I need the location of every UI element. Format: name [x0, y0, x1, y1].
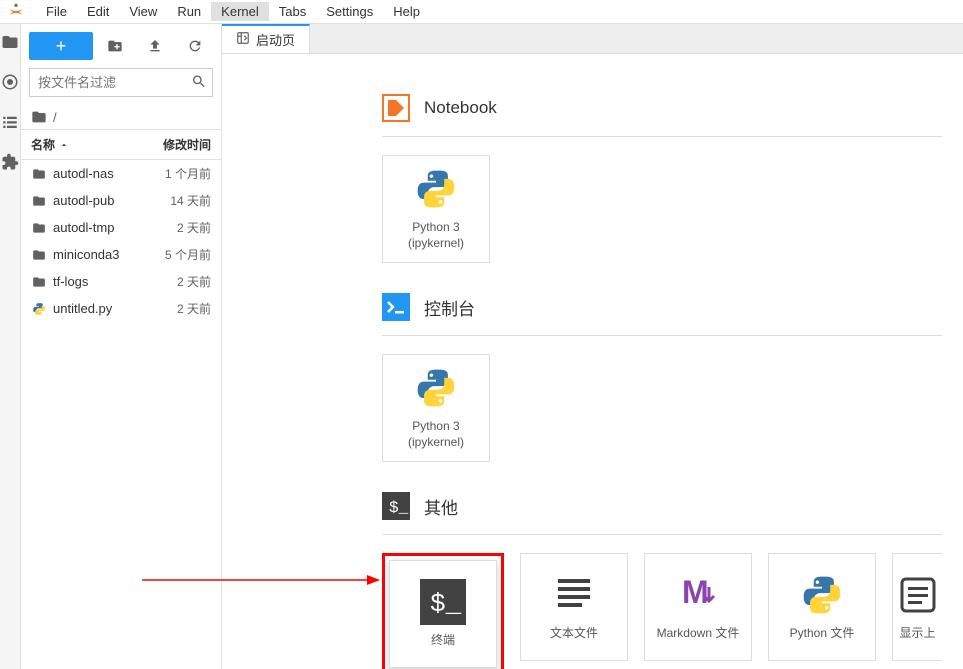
- menu-kernel[interactable]: Kernel: [211, 2, 269, 21]
- content-area: 启动页 Notebook Python 3 (ipykernel: [222, 24, 963, 669]
- refresh-icon[interactable]: [177, 32, 213, 60]
- card-label: Python 文件: [790, 626, 855, 642]
- file-name: autodl-tmp: [53, 220, 131, 235]
- other-section-icon: $_: [382, 492, 410, 520]
- card-markdown-file[interactable]: M Markdown 文件: [644, 553, 752, 661]
- section-title: Notebook: [424, 98, 497, 118]
- file-row[interactable]: autodl-pub14 天前: [21, 187, 221, 214]
- file-browser: + / 名称 修改时间: [21, 24, 222, 669]
- filter-input[interactable]: [29, 68, 213, 97]
- menu-file[interactable]: File: [36, 2, 77, 21]
- folder-icon: [31, 193, 47, 209]
- tab-launcher[interactable]: 启动页: [222, 24, 310, 53]
- launcher: Notebook Python 3 (ipykernel): [222, 54, 963, 669]
- toc-tab-icon[interactable]: [0, 112, 20, 132]
- breadcrumb[interactable]: /: [21, 105, 221, 129]
- svg-text:M: M: [682, 574, 709, 610]
- column-name[interactable]: 名称: [31, 136, 131, 153]
- menu-view[interactable]: View: [119, 2, 167, 21]
- activity-bar: [0, 24, 21, 669]
- tab-bar: 启动页: [222, 24, 963, 54]
- terminal-icon: $_: [420, 579, 466, 625]
- file-list: autodl-nas1 个月前autodl-pub14 天前autodl-tmp…: [21, 160, 221, 669]
- notebook-section-icon: [382, 94, 410, 122]
- sort-icon: [59, 140, 69, 150]
- menu-help[interactable]: Help: [383, 2, 430, 21]
- markdown-icon: M: [675, 572, 721, 618]
- card-terminal[interactable]: $_ 终端: [389, 560, 497, 668]
- python-icon: [413, 365, 459, 411]
- section-title: 其他: [424, 494, 458, 519]
- card-label: Markdown 文件: [657, 626, 740, 642]
- context-icon: [895, 572, 941, 618]
- file-name: autodl-nas: [53, 166, 131, 181]
- python-icon: [799, 572, 845, 618]
- card-python-file[interactable]: Python 文件: [768, 553, 876, 661]
- new-launcher-button[interactable]: +: [29, 32, 93, 60]
- running-tab-icon[interactable]: [0, 72, 20, 92]
- file-row[interactable]: untitled.py2 天前: [21, 295, 221, 322]
- section-console: 控制台 Python 3 (ipykernel): [382, 293, 942, 462]
- launcher-tab-icon: [236, 31, 250, 48]
- folder-icon: [31, 166, 47, 182]
- file-row[interactable]: autodl-nas1 个月前: [21, 160, 221, 187]
- section-notebook: Notebook Python 3 (ipykernel): [382, 94, 942, 263]
- folder-tab-icon[interactable]: [0, 32, 20, 52]
- python-file-icon: [31, 301, 47, 317]
- file-modified: 2 天前: [131, 300, 211, 317]
- tab-label: 启动页: [256, 30, 295, 49]
- column-modified[interactable]: 修改时间: [131, 136, 211, 153]
- card-contextual-help[interactable]: 显示上: [892, 553, 942, 661]
- file-row[interactable]: miniconda35 个月前: [21, 241, 221, 268]
- text-file-icon: [551, 572, 597, 618]
- folder-icon: [31, 274, 47, 290]
- jupyter-logo: [4, 0, 28, 24]
- card-label: 文本文件: [550, 626, 598, 642]
- file-row[interactable]: tf-logs2 天前: [21, 268, 221, 295]
- python-icon: [413, 166, 459, 212]
- card-text-file[interactable]: 文本文件: [520, 553, 628, 661]
- file-toolbar: +: [21, 24, 221, 68]
- card-python-notebook[interactable]: Python 3 (ipykernel): [382, 155, 490, 263]
- card-label: 终端: [431, 633, 455, 649]
- folder-icon: [31, 109, 47, 125]
- card-label: Python 3 (ipykernel): [408, 220, 464, 251]
- folder-icon: [31, 247, 47, 263]
- svg-text:$_: $_: [389, 499, 409, 517]
- svg-text:$_: $_: [430, 589, 462, 619]
- file-name: untitled.py: [53, 301, 131, 316]
- menubar: File Edit View Run Kernel Tabs Settings …: [0, 0, 963, 24]
- folder-icon: [31, 220, 47, 236]
- terminal-highlight: $_ 终端: [382, 553, 504, 669]
- card-label: 显示上: [899, 626, 935, 642]
- file-name: autodl-pub: [53, 193, 131, 208]
- extensions-tab-icon[interactable]: [0, 152, 20, 172]
- file-list-header: 名称 修改时间: [21, 129, 221, 160]
- file-name: tf-logs: [53, 274, 131, 289]
- upload-icon[interactable]: [137, 32, 173, 60]
- console-section-icon: [382, 293, 410, 321]
- card-label: Python 3 (ipykernel): [408, 419, 464, 450]
- file-name: miniconda3: [53, 247, 131, 262]
- breadcrumb-path: /: [53, 110, 57, 125]
- card-python-console[interactable]: Python 3 (ipykernel): [382, 354, 490, 462]
- menu-edit[interactable]: Edit: [77, 2, 119, 21]
- file-modified: 5 个月前: [131, 246, 211, 263]
- new-folder-icon[interactable]: [97, 32, 133, 60]
- filter-box: [29, 68, 213, 97]
- search-icon: [191, 73, 207, 92]
- file-modified: 14 天前: [131, 192, 211, 209]
- file-modified: 2 天前: [131, 219, 211, 236]
- file-modified: 1 个月前: [131, 165, 211, 182]
- menu-tabs[interactable]: Tabs: [269, 2, 316, 21]
- file-row[interactable]: autodl-tmp2 天前: [21, 214, 221, 241]
- section-title: 控制台: [424, 295, 475, 320]
- section-other: $_ 其他 $_ 终端: [382, 492, 942, 669]
- file-modified: 2 天前: [131, 273, 211, 290]
- menu-settings[interactable]: Settings: [316, 2, 383, 21]
- menu-run[interactable]: Run: [167, 2, 211, 21]
